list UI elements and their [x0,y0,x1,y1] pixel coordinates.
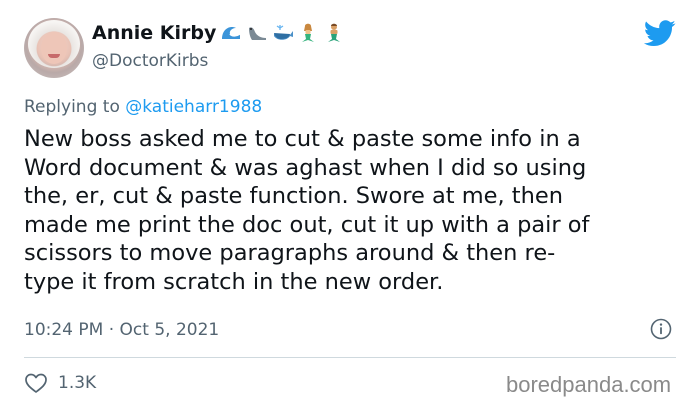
tweet-card: Annie Kirby @DoctorKirbs Replying to @ka… [0,0,700,410]
watermark: boredpanda.com [506,372,672,397]
seal-icon [249,27,266,40]
like-count: 1.3K [58,373,97,393]
divider [24,357,676,358]
author-name[interactable]: Annie Kirby [92,22,216,44]
tweet-text-line: New boss asked me to cut & paste some in… [24,126,581,152]
like-action[interactable]: 1.3K [24,371,96,395]
tweet-timestamp[interactable]: 10:24 PM · Oct 5, 2021 [24,320,219,340]
name-emojis [220,22,346,44]
heart-icon[interactable] [24,372,48,394]
tweet-text-line: Word document & was aghast when I did so… [24,154,587,181]
mermaid-icon [302,23,314,42]
tweet-text: New boss asked me to cut & paste some in… [24,125,674,296]
replying-prefix: Replying to [24,97,120,117]
tweet-text-line: the, er, cut & paste function. Swore at … [24,183,563,209]
tweet-text-line: scissors to move paragraphs around & the… [24,240,556,266]
info-icon[interactable] [650,318,672,340]
wave-icon [222,27,241,39]
tweet-text-line: made me print the doc out, cut it up wit… [24,211,590,238]
avatar[interactable] [24,18,84,78]
whale-icon [274,25,293,40]
twitter-bird-icon[interactable] [644,20,676,47]
tweet-text-line: type it from scratch in the new order. [24,268,444,295]
author-handle[interactable]: @DoctorKirbs [92,51,208,71]
merman-icon [328,23,340,42]
replying-to: Replying to @katieharr1988 [24,97,262,117]
reply-mention-link[interactable]: @katieharr1988 [125,97,262,117]
